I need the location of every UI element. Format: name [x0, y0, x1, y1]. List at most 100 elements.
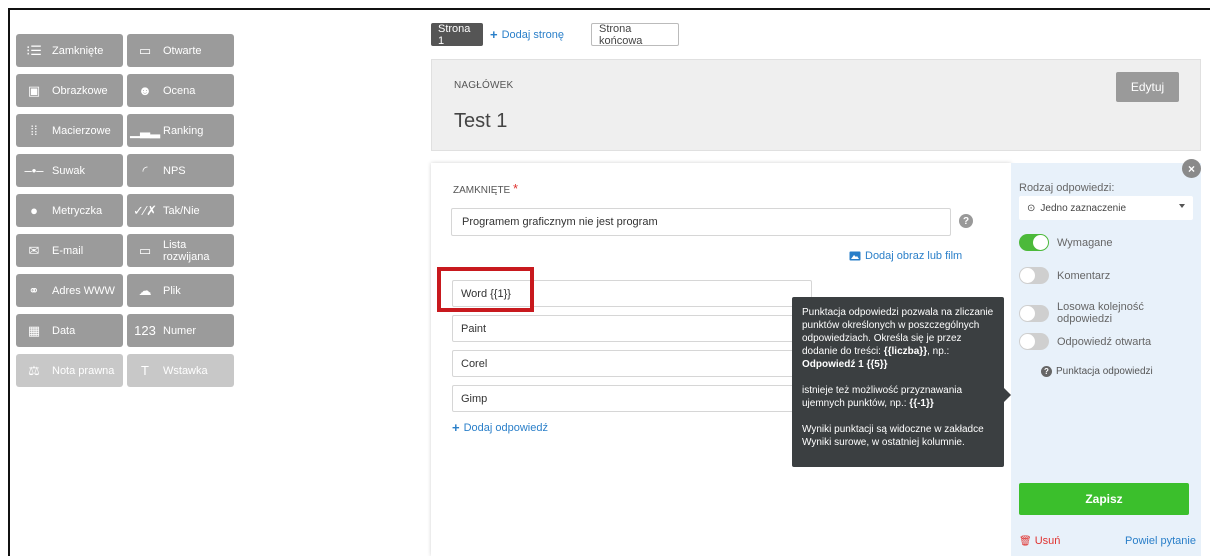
dropdown-icon: ▭: [138, 242, 152, 258]
header-section: NAGŁÓWEK Test 1 Edytuj: [431, 59, 1201, 151]
toggle-label: Wymagane: [1057, 236, 1113, 249]
palette-button[interactable]: ⚖ Nota prawna: [16, 354, 123, 387]
question-text-input[interactable]: Programem graficznym nie jest program: [451, 208, 951, 236]
toggle-required[interactable]: Wymagane: [1019, 234, 1113, 251]
tooltip-example: Odpowiedź 1 {{5}}: [802, 359, 888, 370]
palette-button-label: Zamknięte: [52, 44, 104, 57]
question-type-text: ZAMKNIĘTE: [453, 185, 511, 196]
tab-end-page[interactable]: Strona końcowa: [591, 23, 679, 47]
add-answer-label: Dodaj odpowiedź: [463, 421, 548, 434]
palette-button-label: Metryczka: [52, 204, 103, 217]
palette-button[interactable]: ⚭ Adres WWW: [16, 274, 123, 307]
palette-button[interactable]: ▭ Otwarte: [127, 34, 234, 67]
tooltip-arrow: [1004, 388, 1011, 402]
palette-button[interactable]: T Wstawka: [127, 354, 234, 387]
palette-button[interactable]: –•– Suwak: [16, 154, 123, 187]
palette-button-label: Ranking: [163, 124, 204, 137]
palette-button[interactable]: 123 Numer: [127, 314, 234, 347]
add-answer-link[interactable]: + Dodaj odpowiedź: [452, 420, 548, 435]
question-help-icon[interactable]: ?: [959, 214, 973, 228]
trash-icon: 🗑: [1019, 535, 1032, 547]
toggle-switch[interactable]: [1019, 267, 1049, 284]
palette-button-label: Obrazkowe: [52, 84, 108, 97]
list-icon: ⁝☰: [26, 42, 42, 58]
toggle-switch[interactable]: [1019, 304, 1049, 322]
palette-button-label: Lista rozwijana: [163, 238, 210, 263]
toggle-switch[interactable]: [1019, 234, 1049, 251]
answer-field-4[interactable]: Gimp: [452, 385, 812, 412]
add-page-label: Dodaj stronę: [501, 28, 564, 41]
cloud-upload-icon: ☁: [138, 282, 152, 298]
palette-button[interactable]: ☻ Ocena: [127, 74, 234, 107]
scoring-link[interactable]: ? Punktacja odpowiedzi: [1041, 366, 1153, 377]
tab-page-1[interactable]: Strona 1: [431, 23, 483, 47]
tooltip-results: Wyniki punktacji są widoczne w zakładce …: [802, 424, 984, 448]
palette-button-label: Ocena: [163, 84, 196, 97]
palette-button-label: Data: [52, 324, 76, 337]
question-settings-panel: Rodzaj odpowiedzi: ⊙ Jedno zaznaczenie W…: [1011, 163, 1201, 556]
person-icon: ●: [30, 203, 38, 218]
palette-button-label: Macierzowe: [52, 124, 111, 137]
delete-button[interactable]: 🗑 Usuń: [1019, 535, 1060, 547]
text-t-icon: T: [141, 363, 149, 378]
palette-button[interactable]: ▦ Data: [16, 314, 123, 347]
answer-type-value: Jedno zaznaczenie: [1040, 202, 1127, 214]
save-button[interactable]: Zapisz: [1019, 483, 1189, 515]
palette-button[interactable]: ▭ Lista rozwijana: [127, 234, 234, 267]
edit-button[interactable]: Edytuj: [1116, 72, 1179, 102]
toggle-random-order[interactable]: Losowa kolejność odpowiedzi: [1019, 301, 1201, 325]
palette-button[interactable]: ⁞⁞ Macierzowe: [16, 114, 123, 147]
palette-button-label: Numer: [163, 324, 197, 337]
palette-button[interactable]: ☁ Plik: [127, 274, 234, 307]
text-box-icon: ▭: [138, 42, 152, 58]
palette-button[interactable]: ✉ E-mail: [16, 234, 123, 267]
answer-field-2[interactable]: Paint: [452, 315, 812, 342]
calendar-icon: ▦: [27, 322, 41, 338]
add-page-button[interactable]: + Dodaj stronę: [490, 23, 564, 46]
gauge-icon: ◜: [142, 162, 148, 178]
palette-button-label: Tak/Nie: [163, 204, 200, 217]
tooltip-negative: istnieje też możliwość przyznawania ujem…: [802, 385, 963, 409]
image-icon: ▣: [27, 82, 41, 98]
palette-button[interactable]: ▁▃▂ Ranking: [127, 114, 234, 147]
palette-button[interactable]: ◜ NPS: [127, 154, 234, 187]
palette-button[interactable]: ▣ Obrazkowe: [16, 74, 123, 107]
add-media-label: Dodaj obraz lub film: [865, 250, 963, 262]
radio-icon: ⊙: [1027, 202, 1036, 214]
add-media-link[interactable]: Dodaj obraz lub film: [849, 250, 962, 262]
podium-icon: ▁▃▂: [130, 122, 160, 138]
toggle-switch[interactable]: [1019, 333, 1049, 350]
header-label: NAGŁÓWEK: [454, 80, 514, 91]
close-icon[interactable]: ×: [1182, 159, 1201, 178]
number-icon: 123: [134, 323, 156, 338]
toggle-label: Losowa kolejność odpowiedzi: [1057, 301, 1144, 325]
required-marker: *: [513, 181, 519, 196]
toggle-comment[interactable]: Komentarz: [1019, 267, 1110, 284]
scales-icon: ⚖: [28, 362, 40, 378]
duplicate-question-link[interactable]: Powiel pytanie: [1125, 535, 1196, 547]
palette-button-label: Nota prawna: [52, 364, 115, 377]
plus-icon: +: [490, 27, 498, 42]
answer-type-select[interactable]: ⊙ Jedno zaznaczenie: [1019, 196, 1193, 220]
answer-field-3[interactable]: Corel: [452, 350, 812, 377]
highlight-box: [437, 267, 534, 312]
caret-down-icon: [1179, 204, 1185, 208]
plus-icon: +: [452, 420, 460, 435]
palette-button-label: E-mail: [52, 244, 84, 257]
palette-button-label: Suwak: [52, 164, 86, 177]
palette-button-label: NPS: [163, 164, 186, 177]
palette-button-label: Otwarte: [163, 44, 202, 57]
palette-button-label: Wstawka: [163, 364, 208, 377]
toggle-label: Komentarz: [1057, 269, 1111, 282]
link-icon: ⚭: [28, 282, 40, 298]
palette-button[interactable]: ⁝☰ Zamknięte: [16, 34, 123, 67]
yes-no-icon: ✓⁄✗: [133, 202, 157, 218]
tooltip-intro: Punktacja odpowiedzi pozwala na zliczani…: [802, 307, 994, 370]
palette-button-label: Adres WWW: [52, 284, 115, 297]
toggle-open-answer[interactable]: Odpowiedź otwarta: [1019, 333, 1151, 350]
scoring-label: Punktacja odpowiedzi: [1056, 366, 1153, 377]
palette-button[interactable]: ✓⁄✗ Tak/Nie: [127, 194, 234, 227]
question-circle-icon: ?: [1041, 366, 1052, 377]
palette-button[interactable]: ● Metryczka: [16, 194, 123, 227]
slider-icon: –•–: [24, 163, 44, 178]
